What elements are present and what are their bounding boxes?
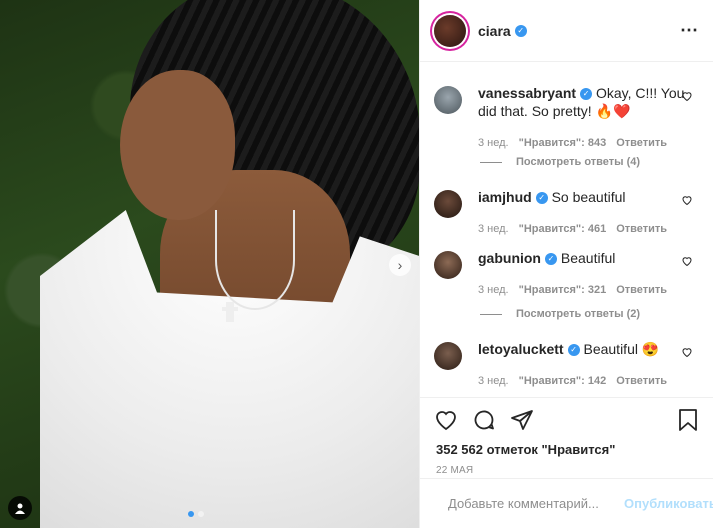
comment-likes[interactable]: "Нравится": 321 (519, 281, 607, 299)
reply-button[interactable]: Ответить (616, 281, 667, 299)
like-comment-heart-icon[interactable] (681, 255, 693, 267)
author-username[interactable]: ciara (478, 23, 511, 39)
comment-author[interactable]: letoyaluckett (478, 341, 564, 357)
comment-time[interactable]: 3 нед. (478, 281, 509, 299)
comment-author[interactable]: vanessabryant (478, 85, 576, 101)
comments-list: vanessabryant ✓ Okay, C!!! You did that. … (420, 62, 713, 397)
verified-badge-icon: ✓ (567, 344, 580, 357)
reply-button[interactable]: Ответить (616, 220, 667, 238)
like-comment-heart-icon[interactable] (681, 346, 693, 358)
photo-necklace (215, 210, 295, 310)
verified-badge-icon: ✓ (535, 192, 548, 205)
share-paper-plane-icon[interactable] (510, 408, 534, 432)
comment-time[interactable]: 3 нед. (478, 220, 509, 238)
comment-input[interactable] (448, 496, 624, 511)
author-avatar[interactable] (434, 14, 466, 47)
comment-avatar[interactable] (434, 251, 462, 279)
post-actions: 352 562 отметок "Нравится" 22 МАЯ Опубли… (420, 397, 713, 528)
comment-item: letoyaluckett ✓ Beautiful 😍 3 нед. "Нрави… (434, 340, 699, 390)
photo-face (120, 70, 235, 220)
comment-author[interactable]: gabunion (478, 250, 541, 266)
photo-cross-pendant (222, 302, 238, 322)
comment-text: Beautiful (560, 250, 616, 266)
verified-badge-icon: ✓ (514, 24, 527, 37)
comment-text: Beautiful 😍 (583, 341, 660, 357)
tagged-users-button[interactable] (8, 496, 32, 520)
carousel-dot (198, 511, 204, 517)
like-comment-heart-icon[interactable] (681, 194, 693, 206)
likes-count[interactable]: 352 562 отметок "Нравится" (420, 432, 713, 457)
post-sidebar: ciara ✓ ⋯ vanessabryant ✓ Okay, C!!! You … (419, 0, 713, 528)
comment-avatar[interactable] (434, 190, 462, 218)
post-date[interactable]: 22 МАЯ (420, 457, 713, 476)
comment-time[interactable]: 3 нед. (478, 372, 509, 390)
like-comment-heart-icon[interactable] (681, 90, 693, 102)
comment-bubble-icon[interactable] (472, 408, 496, 432)
comment-item: iamjhud ✓ So beautiful 3 нед. "Нравится":… (434, 188, 699, 238)
comment-avatar[interactable] (434, 86, 462, 114)
carousel-dot-active (188, 511, 194, 517)
comment-author[interactable]: iamjhud (478, 189, 532, 205)
more-options-icon[interactable]: ⋯ (680, 20, 699, 41)
add-comment-bar: Опубликовать (420, 478, 713, 528)
next-slide-button[interactable]: › (389, 254, 411, 276)
bookmark-icon[interactable] (677, 408, 699, 432)
reply-button[interactable]: Ответить (616, 372, 667, 390)
view-replies-button[interactable]: Посмотреть ответы (2) (480, 308, 640, 320)
post-photo[interactable]: › (0, 0, 419, 528)
comment-item: vanessabryant ✓ Okay, C!!! You did that. … (434, 84, 699, 152)
reply-button[interactable]: Ответить (616, 134, 667, 152)
verified-badge-icon: ✓ (580, 88, 593, 101)
post-header: ciara ✓ ⋯ (420, 0, 713, 62)
user-icon (15, 503, 25, 514)
comment-time[interactable]: 3 нед. (478, 134, 509, 152)
comment-avatar[interactable] (434, 342, 462, 370)
view-replies-button[interactable]: Посмотреть ответы (4) (480, 156, 640, 168)
carousel-dots (188, 511, 204, 517)
like-heart-icon[interactable] (434, 408, 458, 432)
comment-likes[interactable]: "Нравится": 461 (519, 220, 607, 238)
chevron-right-icon: › (397, 257, 403, 273)
publish-button[interactable]: Опубликовать (624, 496, 713, 511)
comment-likes[interactable]: "Нравится": 142 (519, 372, 607, 390)
verified-badge-icon: ✓ (545, 253, 557, 266)
comment-item: gabunion ✓ Beautiful 3 нед. "Нравится": 3… (434, 249, 699, 299)
comment-likes[interactable]: "Нравится": 843 (519, 134, 607, 152)
comment-text: So beautiful (551, 189, 626, 205)
